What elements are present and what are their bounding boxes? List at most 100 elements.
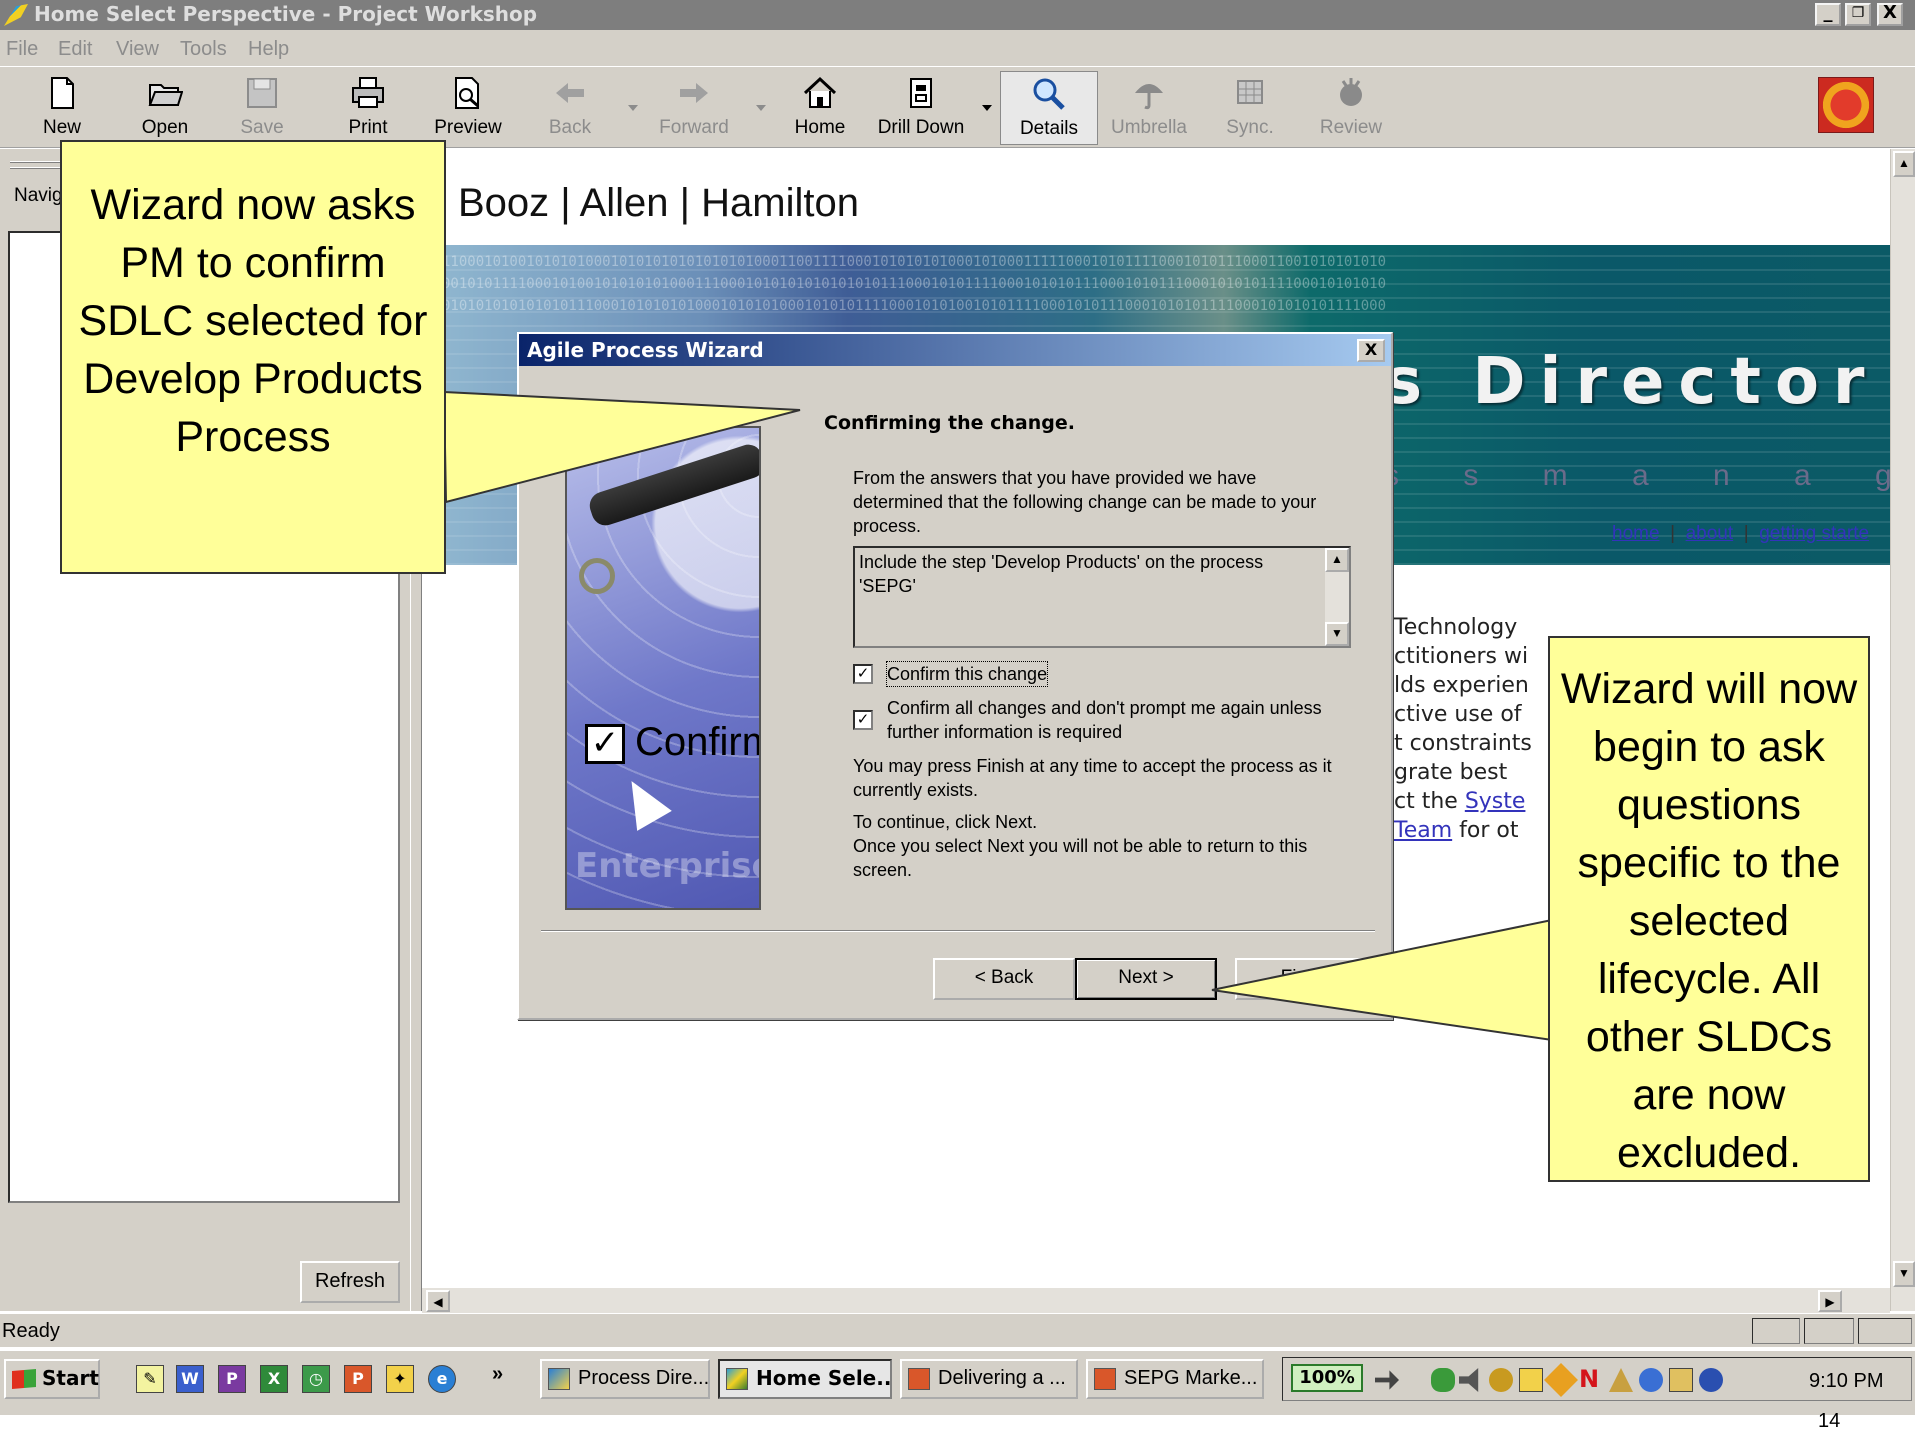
pane-grip[interactable] xyxy=(10,161,60,163)
restore-button[interactable]: ❐ xyxy=(1845,3,1871,26)
close-button[interactable]: X xyxy=(1877,3,1903,26)
open-button[interactable]: Open xyxy=(130,71,200,145)
back-dropdown-icon[interactable] xyxy=(628,105,638,111)
tray-app-icon[interactable] xyxy=(1699,1368,1723,1392)
tray-app-icon[interactable] xyxy=(1431,1368,1455,1392)
review-button[interactable]: Review xyxy=(1310,71,1392,145)
getting-started-link[interactable]: getting starte xyxy=(1759,523,1869,544)
banner-binary-line: 1100010100101010100010101010101010101000… xyxy=(442,254,1387,270)
tray-app-icon[interactable] xyxy=(1544,1363,1578,1397)
details-button[interactable]: Details xyxy=(1000,71,1098,145)
menu-help[interactable]: Help xyxy=(248,38,289,61)
confirm-all-checkbox[interactable]: ✓ xyxy=(853,710,873,730)
menu-file[interactable]: File xyxy=(6,38,38,61)
dialog-intro: From the answers that you have provided … xyxy=(853,468,1317,536)
status-panel xyxy=(1804,1318,1854,1344)
home-button[interactable]: Home xyxy=(786,71,854,145)
network-plug-icon[interactable] xyxy=(1375,1370,1399,1390)
textbox-scroll-up-icon[interactable]: ▲ xyxy=(1325,548,1349,572)
publisher-icon[interactable]: P xyxy=(218,1365,246,1393)
review-icon xyxy=(1340,78,1362,106)
internet-explorer-icon[interactable]: e xyxy=(428,1365,456,1393)
save-button[interactable]: Save xyxy=(230,71,294,145)
powerpoint-doc-icon xyxy=(908,1368,930,1390)
textbox-scroll-down-icon[interactable]: ▼ xyxy=(1325,622,1349,646)
confirm-change-checkbox[interactable]: ✓ xyxy=(853,664,873,684)
new-button[interactable]: New xyxy=(30,71,94,145)
confirm-change-label[interactable]: Confirm this change xyxy=(885,661,1049,687)
task-label: SEPG Marke... xyxy=(1124,1367,1258,1389)
confirm-all-label[interactable]: Confirm all changes and don't prompt me … xyxy=(887,696,1327,744)
notepad-icon[interactable]: ✎ xyxy=(136,1365,164,1393)
task-sepg-marke[interactable]: SEPG Marke... xyxy=(1086,1359,1264,1399)
menu-tools[interactable]: Tools xyxy=(180,38,227,61)
banner-binary-line: 0010101111000101001010101010001110001010… xyxy=(442,276,1387,292)
change-description-textbox[interactable]: Include the step 'Develop Products' on t… xyxy=(853,546,1351,648)
new-label: New xyxy=(42,117,81,138)
umbrella-button[interactable]: Umbrella xyxy=(1106,71,1192,145)
new-document-icon xyxy=(51,77,74,109)
open-label: Open xyxy=(141,117,189,138)
dialog-close-button[interactable]: X xyxy=(1357,339,1385,362)
drill-down-button[interactable]: Drill Down xyxy=(870,71,972,145)
back-button[interactable]: < Back xyxy=(933,958,1075,1000)
sync-label: Sync. xyxy=(1226,117,1274,138)
system-tray: 100% N 9:10 PM xyxy=(1282,1357,1912,1401)
drill-down-dropdown-icon[interactable] xyxy=(982,105,992,111)
tray-app-icon[interactable] xyxy=(1609,1368,1633,1392)
print-button[interactable]: Print xyxy=(336,71,400,145)
home-link[interactable]: home xyxy=(1612,523,1660,544)
window-title-bar[interactable]: Home Select Perspective - Project Worksh… xyxy=(0,0,1915,30)
scroll-down-icon[interactable]: ▼ xyxy=(1893,1261,1915,1287)
forward-button[interactable]: Forward xyxy=(654,71,734,145)
excel-icon[interactable]: X xyxy=(260,1365,288,1393)
sync-button[interactable]: Sync. xyxy=(1218,71,1282,145)
horizontal-scrollbar[interactable]: ◀ ▶ xyxy=(422,1288,1890,1313)
refresh-button[interactable]: Refresh xyxy=(300,1261,400,1303)
company-name: Booz | Allen | Hamilton xyxy=(458,181,859,225)
forward-dropdown-icon[interactable] xyxy=(756,105,766,111)
finish-button[interactable]: Finish xyxy=(1235,958,1377,1000)
project-icon[interactable]: ◷ xyxy=(302,1365,330,1393)
system-link[interactable]: Syste xyxy=(1465,789,1526,814)
task-process-director[interactable]: Process Dire... xyxy=(540,1359,710,1399)
scroll-right-icon[interactable]: ▶ xyxy=(1818,1290,1842,1312)
tray-app-icon[interactable] xyxy=(1489,1368,1513,1392)
back-button[interactable]: Back xyxy=(538,71,602,145)
pane-grip-line xyxy=(10,167,60,169)
about-link[interactable]: about xyxy=(1686,523,1734,544)
vertical-scrollbar[interactable]: ▲ ▼ xyxy=(1890,149,1915,1311)
body-line: t constraints xyxy=(1394,731,1532,756)
home-label: Home xyxy=(794,117,846,138)
task-home-select[interactable]: Home Sele... xyxy=(718,1359,892,1399)
zoom-indicator[interactable]: 100% xyxy=(1291,1364,1363,1392)
start-button[interactable]: Start xyxy=(4,1359,100,1399)
finish-note: You may press Finish at any time to acce… xyxy=(853,756,1332,800)
tray-app-icon[interactable] xyxy=(1519,1368,1543,1392)
next-button[interactable]: Next > xyxy=(1075,958,1217,1000)
quicklaunch-overflow-icon[interactable]: » xyxy=(492,1363,503,1386)
powerpoint-icon[interactable]: P xyxy=(344,1365,372,1393)
minimize-button[interactable]: _ xyxy=(1815,3,1841,26)
tray-app-icon[interactable] xyxy=(1639,1368,1663,1392)
paint-icon[interactable]: ✦ xyxy=(386,1365,414,1393)
tray-app-icon[interactable] xyxy=(1669,1368,1693,1392)
illustration-checkbox-icon: ✓ xyxy=(585,724,625,764)
team-link[interactable]: Team xyxy=(1394,818,1452,843)
preview-button[interactable]: Preview xyxy=(428,71,508,145)
task-delivering[interactable]: Delivering a ... xyxy=(900,1359,1078,1399)
volume-icon[interactable] xyxy=(1459,1368,1479,1392)
scroll-up-icon[interactable]: ▲ xyxy=(1893,151,1915,177)
dialog-title-bar[interactable]: Agile Process Wizard X xyxy=(519,334,1391,366)
norton-icon[interactable]: N xyxy=(1579,1367,1603,1392)
menu-edit[interactable]: Edit xyxy=(58,38,92,61)
body-text: Technology ctitioners wi lds experien ct… xyxy=(1394,613,1532,845)
scroll-left-icon[interactable]: ◀ xyxy=(426,1290,450,1312)
forward-arrow-icon xyxy=(680,83,708,103)
textbox-scrollbar[interactable]: ▲ ▼ xyxy=(1325,548,1349,646)
menu-view[interactable]: View xyxy=(116,38,159,61)
word-icon[interactable]: W xyxy=(176,1365,204,1393)
home-icon xyxy=(803,76,837,108)
back-label: Back xyxy=(548,117,592,138)
body-line: ct the Syste xyxy=(1394,787,1532,816)
